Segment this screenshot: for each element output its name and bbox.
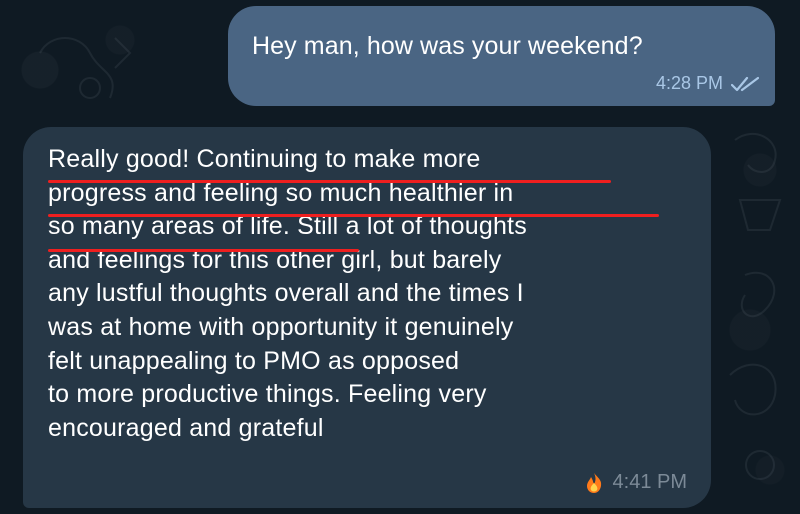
highlight-underline	[48, 249, 359, 252]
outgoing-message-text: Hey man, how was your weekend?	[252, 32, 643, 60]
background-doodle	[39, 37, 132, 99]
outgoing-message-bubble[interactable]: Hey man, how was your weekend? 4:28 PM	[228, 6, 775, 106]
outgoing-message-time: 4:28 PM	[655, 73, 723, 93]
highlight-underline	[48, 180, 611, 183]
fire-icon	[586, 472, 601, 493]
highlight-underline	[48, 214, 659, 217]
background-doodle	[729, 271, 777, 480]
outgoing-message-meta: 4:28 PM	[656, 73, 759, 94]
background-doodle	[734, 133, 782, 231]
incoming-message-time: 4:41 PM	[612, 471, 687, 493]
incoming-message-text: Really good! Continuing to make more pro…	[48, 145, 527, 442]
incoming-message-bubble[interactable]: Really good! Continuing to make more pro…	[23, 127, 711, 508]
incoming-message-meta: 4:41 PM	[584, 471, 687, 494]
double-check-icon	[731, 76, 759, 91]
